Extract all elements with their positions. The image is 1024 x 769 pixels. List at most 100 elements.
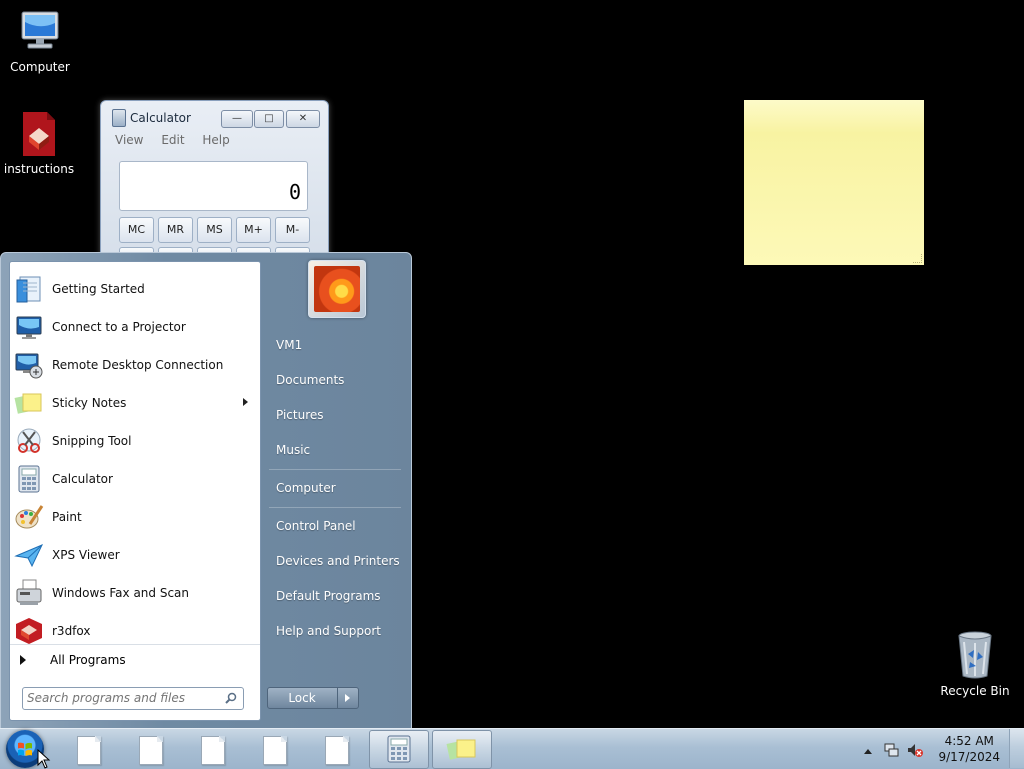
calculator-display: 0 bbox=[119, 161, 308, 211]
minimize-button[interactable]: — bbox=[221, 110, 253, 128]
volume-muted-icon[interactable] bbox=[907, 742, 923, 758]
taskbar-calculator-button[interactable] bbox=[369, 730, 429, 769]
paint-icon bbox=[14, 502, 44, 532]
menu-view[interactable]: View bbox=[115, 133, 143, 147]
clock-time: 4:52 AM bbox=[944, 734, 994, 748]
desktop-icon-label: instructions bbox=[3, 162, 75, 176]
program-label: Windows Fax and Scan bbox=[52, 586, 190, 600]
recycle-bin-icon bbox=[951, 630, 999, 680]
search-icon[interactable] bbox=[225, 692, 237, 704]
start-menu: Getting Started Connect to a Projector R… bbox=[0, 252, 412, 730]
calculator-icon bbox=[14, 464, 44, 494]
program-calculator[interactable]: Calculator bbox=[10, 461, 260, 497]
taskbar: 4:52 AM 9/17/2024 bbox=[0, 728, 1024, 769]
program-snipping-tool[interactable]: Snipping Tool bbox=[10, 423, 260, 459]
r3dfox-icon bbox=[14, 616, 44, 646]
system-tray: 4:52 AM 9/17/2024 bbox=[859, 729, 1024, 769]
separator bbox=[269, 469, 401, 470]
search-box[interactable] bbox=[22, 687, 244, 710]
link-pictures[interactable]: Pictures bbox=[276, 408, 324, 422]
mouse-cursor-icon bbox=[37, 749, 51, 769]
menu-edit[interactable]: Edit bbox=[161, 133, 184, 147]
display-value: 0 bbox=[288, 180, 301, 204]
calculator-titlebar[interactable]: Calculator — □ ✕ bbox=[101, 101, 328, 128]
program-label: Connect to a Projector bbox=[52, 320, 186, 334]
shutdown-options-button[interactable] bbox=[337, 688, 358, 708]
link-documents[interactable]: Documents bbox=[276, 373, 344, 387]
link-music[interactable]: Music bbox=[276, 443, 310, 457]
taskbar-document-icon[interactable] bbox=[325, 736, 349, 765]
link-computer[interactable]: Computer bbox=[276, 481, 336, 495]
program-remote-desktop[interactable]: Remote Desktop Connection bbox=[10, 347, 260, 383]
calculator-window[interactable]: Calculator — □ ✕ View Edit Help 0 MC MR … bbox=[100, 100, 329, 263]
sticky-note[interactable] bbox=[744, 100, 924, 265]
program-paint[interactable]: Paint bbox=[10, 499, 260, 535]
r3dfox-file-icon bbox=[15, 110, 63, 158]
separator bbox=[269, 507, 401, 508]
show-desktop-button[interactable] bbox=[1009, 729, 1024, 768]
projector-icon bbox=[14, 312, 44, 342]
computer-icon bbox=[16, 8, 64, 56]
close-button[interactable]: ✕ bbox=[286, 110, 320, 128]
taskbar-document-icon[interactable] bbox=[139, 736, 163, 765]
submenu-arrow-icon[interactable] bbox=[243, 398, 248, 406]
calculator-title-icon bbox=[112, 109, 126, 127]
ms-button[interactable]: MS bbox=[197, 217, 232, 243]
clock[interactable]: 4:52 AM 9/17/2024 bbox=[938, 733, 1000, 765]
windows-logo-icon bbox=[18, 742, 32, 756]
all-programs-button[interactable]: All Programs bbox=[10, 644, 260, 675]
resize-grip[interactable] bbox=[913, 254, 922, 263]
link-user-folder[interactable]: VM1 bbox=[276, 338, 302, 352]
program-label: r3dfox bbox=[52, 624, 91, 638]
lock-button[interactable]: Lock bbox=[267, 687, 359, 709]
mr-button[interactable]: MR bbox=[158, 217, 193, 243]
program-connect-projector[interactable]: Connect to a Projector bbox=[10, 309, 260, 345]
remote-desktop-icon bbox=[14, 350, 44, 380]
sticky-notes-icon bbox=[14, 388, 44, 418]
program-xps-viewer[interactable]: XPS Viewer bbox=[10, 537, 260, 573]
flower-avatar-icon bbox=[314, 266, 360, 312]
link-control-panel[interactable]: Control Panel bbox=[276, 519, 356, 533]
program-label: Sticky Notes bbox=[52, 396, 127, 410]
link-devices-printers[interactable]: Devices and Printers bbox=[276, 554, 400, 568]
link-help-support[interactable]: Help and Support bbox=[276, 624, 381, 638]
program-getting-started[interactable]: Getting Started bbox=[10, 271, 260, 307]
all-programs-label: All Programs bbox=[50, 653, 126, 667]
desktop-icon-label: Recycle Bin bbox=[940, 684, 1010, 698]
maximize-button[interactable]: □ bbox=[254, 110, 284, 128]
user-picture[interactable] bbox=[308, 260, 366, 318]
triangle-right-icon bbox=[20, 655, 26, 665]
link-default-programs[interactable]: Default Programs bbox=[276, 589, 381, 603]
menu-help[interactable]: Help bbox=[202, 133, 229, 147]
desktop-icon-recycle-bin[interactable]: Recycle Bin bbox=[935, 630, 1015, 698]
desktop-icon-instructions[interactable]: instructions bbox=[0, 110, 79, 176]
show-hidden-icons-icon[interactable] bbox=[863, 744, 879, 760]
calculator-menubar: View Edit Help bbox=[115, 133, 244, 147]
program-label: Paint bbox=[52, 510, 82, 524]
search-input[interactable] bbox=[27, 690, 217, 706]
fax-scan-icon bbox=[14, 578, 44, 608]
sticky-notes-icon bbox=[446, 739, 476, 760]
desktop-icon-label: Computer bbox=[10, 60, 70, 74]
taskbar-document-icon[interactable] bbox=[263, 736, 287, 765]
mc-button[interactable]: MC bbox=[119, 217, 154, 243]
taskbar-document-icon[interactable] bbox=[201, 736, 225, 765]
m-minus-button[interactable]: M- bbox=[275, 217, 310, 243]
taskbar-document-icon[interactable] bbox=[77, 736, 101, 765]
lock-label: Lock bbox=[288, 691, 316, 705]
network-icon[interactable] bbox=[883, 742, 899, 758]
program-label: XPS Viewer bbox=[52, 548, 120, 562]
program-label: Remote Desktop Connection bbox=[52, 358, 224, 372]
program-sticky-notes[interactable]: Sticky Notes bbox=[10, 385, 260, 421]
calculator-icon bbox=[387, 735, 411, 763]
snipping-tool-icon bbox=[14, 426, 44, 456]
program-label: Snipping Tool bbox=[52, 434, 132, 448]
programs-pane: Getting Started Connect to a Projector R… bbox=[9, 261, 261, 721]
desktop-icon-computer[interactable]: Computer bbox=[0, 8, 80, 74]
taskbar-sticky-notes-button[interactable] bbox=[432, 730, 492, 769]
program-fax-scan[interactable]: Windows Fax and Scan bbox=[10, 575, 260, 611]
clock-date: 9/17/2024 bbox=[938, 750, 1000, 764]
program-label: Calculator bbox=[52, 472, 113, 486]
m-plus-button[interactable]: M+ bbox=[236, 217, 271, 243]
calculator-title: Calculator bbox=[130, 111, 191, 125]
